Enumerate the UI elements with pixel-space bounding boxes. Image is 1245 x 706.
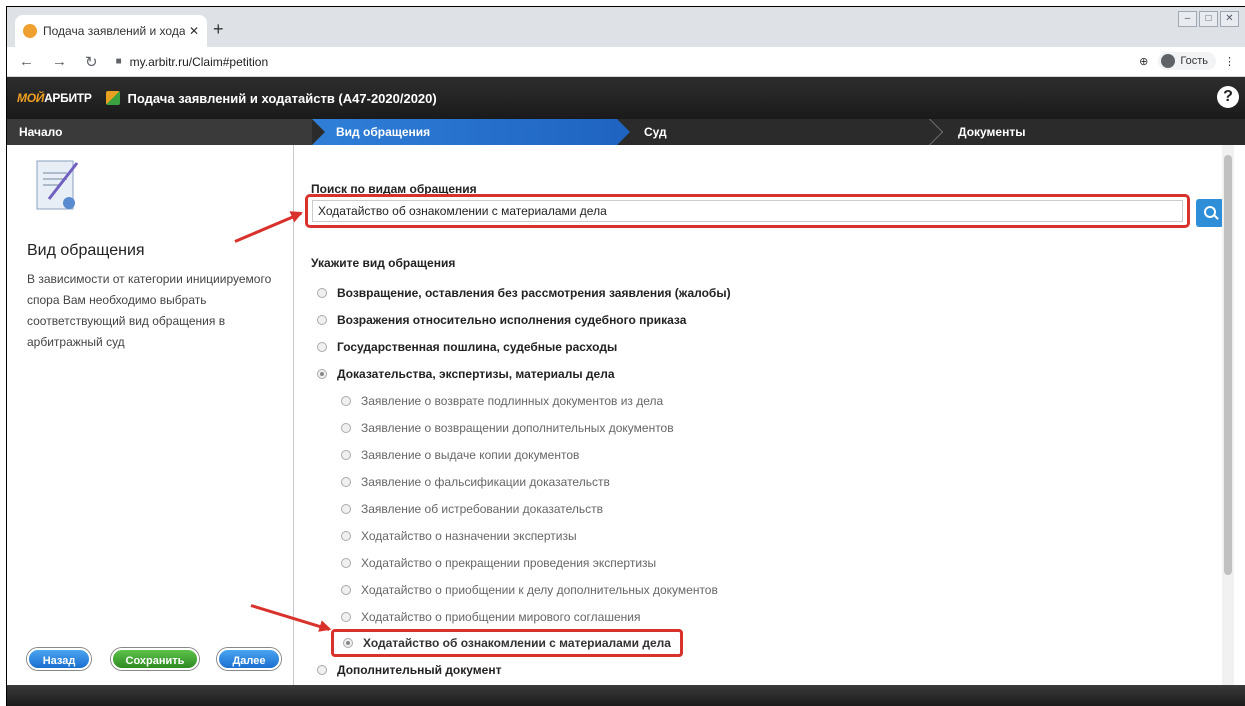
sub-option[interactable]: Заявление об истребовании доказательств (341, 502, 603, 516)
tab-strip: Подача заявлений и ходатайст ✕ + – □ ✕ (7, 7, 1245, 47)
search-highlight (305, 194, 1190, 228)
radio-icon[interactable] (341, 531, 351, 541)
logo-prefix: МОЙ (17, 91, 45, 105)
guest-profile-button[interactable]: Гость (1158, 52, 1216, 70)
option-label: Ходатайство о назначении экспертизы (361, 529, 577, 543)
radio-icon[interactable] (341, 423, 351, 433)
option-fee[interactable]: Государственная пошлина, судебные расход… (317, 340, 617, 354)
radio-icon[interactable] (317, 288, 327, 298)
option-selected-review[interactable]: Ходатайство об ознакомлении с материалам… (331, 629, 683, 657)
main-content: Вид обращения В зависимости от категории… (7, 145, 1245, 685)
option-label: Государственная пошлина, судебные расход… (337, 340, 618, 354)
new-tab-button[interactable]: + (213, 19, 224, 40)
step-documents[interactable]: Документы (942, 119, 1245, 145)
step-court[interactable]: Суд (630, 119, 942, 145)
radio-icon[interactable] (317, 665, 327, 675)
menu-icon[interactable]: ⋮ (1224, 55, 1235, 68)
option-return[interactable]: Возвращение, оставления без рассмотрения… (317, 286, 731, 300)
search-input[interactable] (312, 200, 1183, 222)
sub-option[interactable]: Ходатайство о назначении экспертизы (341, 529, 577, 543)
step-start[interactable]: Начало (7, 119, 312, 145)
sub-option[interactable]: Заявление о фальсификации доказательств (341, 475, 610, 489)
back-button[interactable]: Назад (27, 648, 91, 670)
logo-main: АРБИТР (44, 91, 92, 105)
right-panel: Поиск по видам обращения Укажите вид обр… (295, 145, 1234, 685)
browser-window: Подача заявлений и ходатайст ✕ + – □ ✕ ←… (6, 6, 1245, 706)
favicon-icon (23, 24, 37, 38)
option-label: Ходатайство о приобщении к делу дополнит… (361, 583, 718, 597)
sub-option[interactable]: Ходатайство о прекращении проведения экс… (341, 556, 656, 570)
guest-label: Гость (1180, 55, 1208, 67)
radio-icon[interactable] (317, 342, 327, 352)
nav-buttons: Назад Сохранить Далее (27, 648, 282, 670)
lock-icon: ■ (115, 56, 122, 67)
option-label: Доказательства, экспертизы, материалы де… (337, 367, 615, 381)
scrollbar[interactable] (1222, 145, 1234, 685)
radio-icon[interactable] (341, 558, 351, 568)
wizard-steps: Начало Вид обращения Суд Документы (7, 119, 1245, 145)
close-window-icon[interactable]: ✕ (1220, 11, 1239, 27)
app-footer (7, 685, 1245, 706)
url-field[interactable]: ■ my.arbitr.ru/Claim#petition (116, 55, 269, 69)
radio-icon[interactable] (341, 450, 351, 460)
radio-icon[interactable] (341, 504, 351, 514)
radio-icon[interactable] (317, 315, 327, 325)
minimize-icon[interactable]: – (1178, 11, 1197, 27)
radio-icon[interactable] (341, 396, 351, 406)
url-text: my.arbitr.ru/Claim#petition (129, 54, 269, 69)
options-label: Укажите вид обращения (311, 256, 456, 270)
forward-arrow-icon[interactable]: → (52, 53, 67, 70)
option-label: Ходатайство о прекращении проведения экс… (361, 556, 657, 570)
app-header: МОЙАРБИТР Подача заявлений и ходатайств … (7, 77, 1245, 119)
reload-icon[interactable]: ↻ (85, 53, 98, 71)
radio-icon[interactable] (341, 612, 351, 622)
sub-option[interactable]: Заявление о выдаче копии документов (341, 448, 579, 462)
tab-title: Подача заявлений и ходатайст (43, 24, 185, 38)
document-icon (36, 160, 79, 210)
option-objection[interactable]: Возражения относительно исполнения судеб… (317, 313, 686, 327)
radio-icon[interactable] (341, 585, 351, 595)
option-label: Заявление о фальсификации доказательств (361, 475, 610, 489)
step-request-type[interactable]: Вид обращения (312, 119, 630, 145)
help-icon[interactable]: ? (1217, 86, 1239, 108)
option-label: Заявление о выдаче копии документов (361, 448, 580, 462)
option-label: Возвращение, оставления без рассмотрения… (337, 286, 731, 300)
page-title: Подача заявлений и ходатайств (А47-2020/… (127, 90, 437, 106)
browser-tab[interactable]: Подача заявлений и ходатайст ✕ (15, 15, 207, 47)
option-label: Заявление об истребовании доказательств (361, 502, 604, 516)
next-button[interactable]: Далее (217, 648, 281, 670)
scrollbar-thumb[interactable] (1224, 155, 1232, 575)
toolbar-right: ⊕ Гость ⋮ (1139, 52, 1235, 70)
radio-icon[interactable] (343, 638, 353, 648)
option-label: Возражения относительно исполнения судеб… (337, 313, 687, 327)
sub-option[interactable]: Ходатайство о приобщении мирового соглаш… (341, 610, 640, 624)
option-label: Заявление о возврате подлинных документо… (361, 394, 664, 408)
zoom-icon[interactable]: ⊕ (1139, 55, 1148, 68)
sub-option[interactable]: Заявление о возврате подлинных документо… (341, 394, 663, 408)
logo[interactable]: МОЙАРБИТР (17, 91, 92, 105)
address-bar: ← → ↻ ■ my.arbitr.ru/Claim#petition ⊕ Го… (7, 47, 1245, 77)
sub-option[interactable]: Заявление о возвращении дополнительных д… (341, 421, 674, 435)
step-separator (929, 119, 943, 145)
option-label: Ходатайство о приобщении мирового соглаш… (361, 610, 641, 624)
radio-icon[interactable] (341, 477, 351, 487)
back-arrow-icon[interactable]: ← (19, 53, 34, 70)
option-label: Дополнительный документ (337, 663, 502, 677)
left-heading: Вид обращения (27, 242, 145, 259)
save-button[interactable]: Сохранить (111, 648, 199, 670)
search-button[interactable] (1196, 199, 1224, 227)
tab-close-icon[interactable]: ✕ (189, 24, 199, 38)
users-icon (105, 91, 120, 105)
sub-option[interactable]: Ходатайство о приобщении к делу дополнит… (341, 583, 718, 597)
option-additional-doc[interactable]: Дополнительный документ (317, 663, 501, 677)
radio-icon[interactable] (317, 369, 327, 379)
option-evidence[interactable]: Доказательства, экспертизы, материалы де… (317, 367, 615, 381)
option-label: Ходатайство об ознакомлении с материалам… (363, 636, 671, 650)
left-description: В зависимости от категории инициируемого… (27, 272, 272, 349)
avatar-icon (1161, 54, 1176, 68)
option-label: Заявление о возвращении дополнительных д… (361, 421, 674, 435)
maximize-icon[interactable]: □ (1199, 11, 1218, 27)
window-controls: – □ ✕ (1176, 11, 1239, 27)
